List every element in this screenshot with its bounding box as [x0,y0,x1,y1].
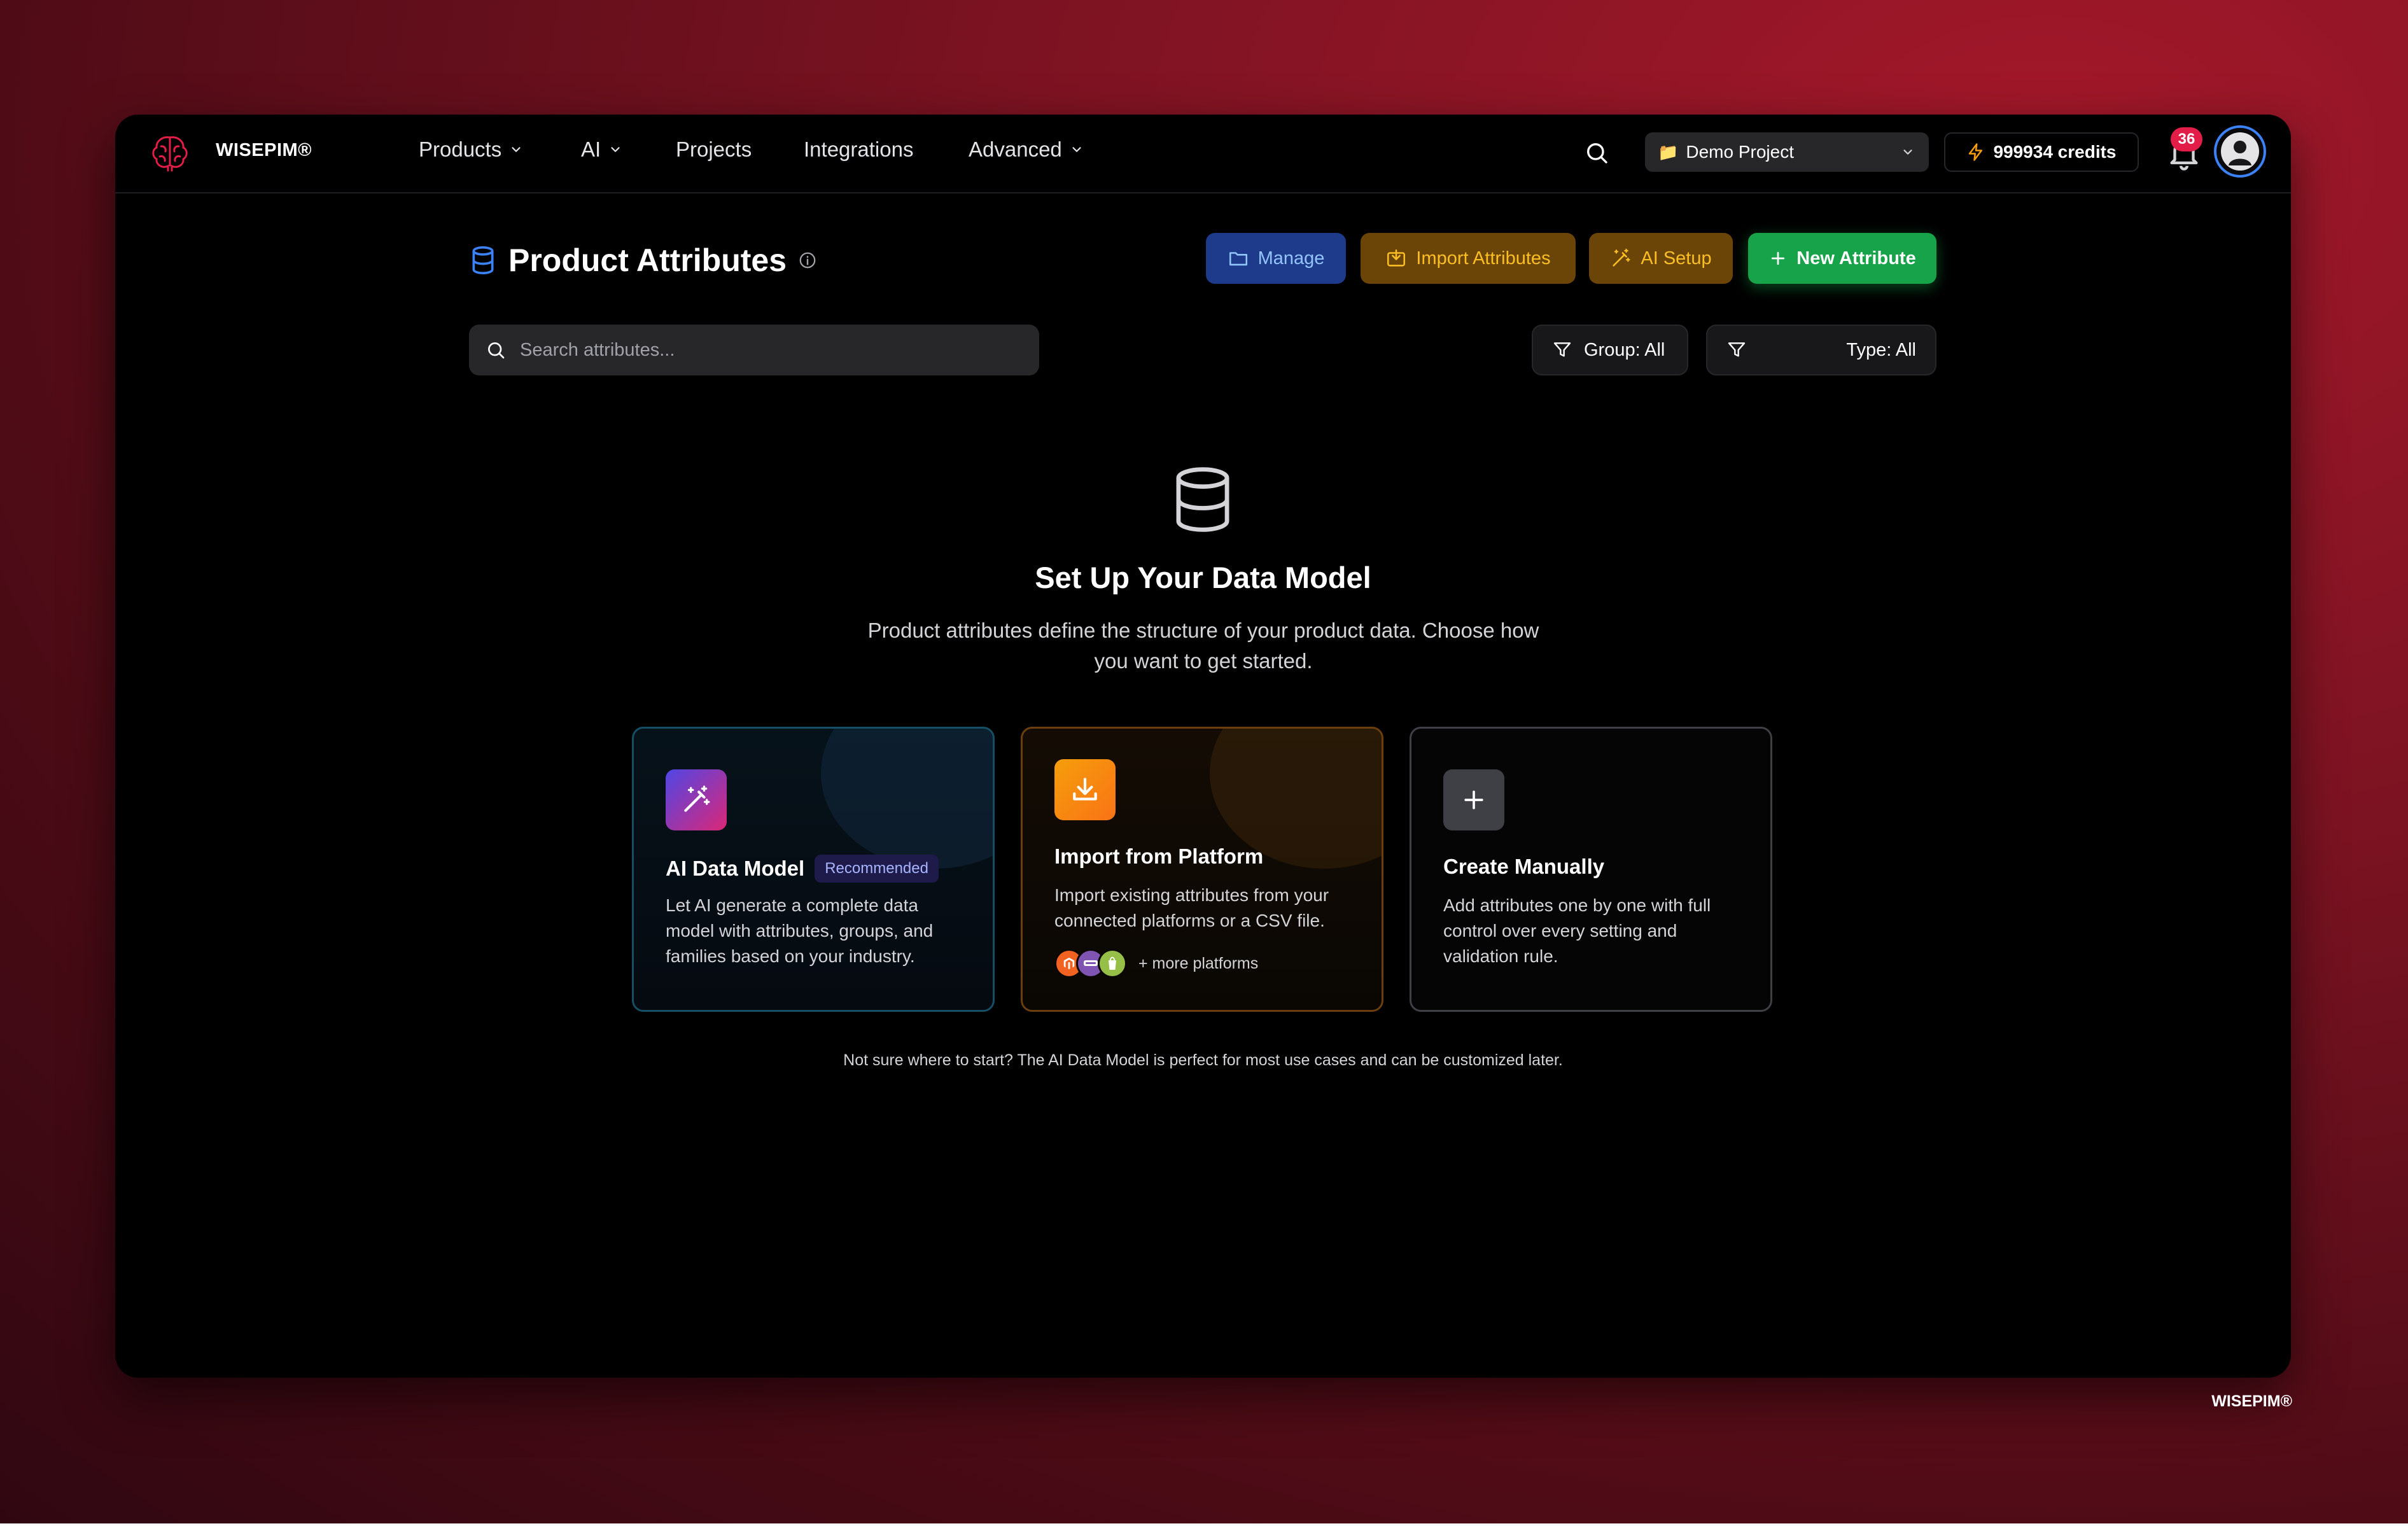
project-select[interactable]: 📁 Demo Project [1645,132,1929,172]
folder-icon: 📁 [1658,142,1679,162]
page-title: Product Attributes [508,242,787,278]
nav-label: Advanced [969,137,1062,161]
search-icon [1587,143,1607,164]
filter-icon [1728,342,1746,357]
nav-label: Products [419,137,502,161]
recommended-badge: Recommended [815,855,939,883]
import-attributes-button[interactable]: Import Attributes [1361,233,1576,284]
page-title-area: Product Attributes [469,242,817,279]
chevron-down-icon [512,147,521,152]
empty-state-hint: Not sure where to start? The AI Data Mod… [843,1051,1563,1069]
user-icon [2221,132,2259,171]
ai-setup-button[interactable]: AI Setup [1589,233,1733,284]
chevron-down-icon [611,147,620,152]
import-attributes-label: Import Attributes [1416,248,1551,269]
credits-label: 999934 credits [1993,142,2117,162]
chevron-down-icon [1903,150,1912,155]
import-icon [1387,249,1406,267]
card-title: AI Data Model Recommended [666,855,939,883]
group-filter-label: Group: All [1584,339,1665,360]
shopify-icon [1098,949,1127,978]
ai-data-model-title: AI Data Model [666,857,805,880]
app-window: WISEPIM® Products AI Projects Integratio… [115,115,2291,1378]
import-from-platform-card[interactable]: Import from Platform Import existing att… [1021,727,1383,1012]
manage-label: Manage [1257,248,1325,269]
project-select-value: Demo Project [1686,142,1794,162]
empty-state-title: Set Up Your Data Model [1035,561,1371,594]
top-navbar: WISEPIM® Products AI Projects Integratio… [115,115,2291,193]
card-description: Add attributes one by one with full cont… [1443,895,1711,966]
lightning-icon [1969,143,1983,161]
chevron-down-icon [1072,147,1081,152]
nav-label: Integrations [804,137,914,161]
new-attribute-button[interactable]: New Attribute [1748,233,1936,284]
nav-advanced[interactable]: Advanced [969,137,1084,162]
card-title: Import from Platform [1054,844,1263,869]
brand-name[interactable]: WISEPIM® [216,140,312,161]
nav-label: Projects [676,137,752,161]
database-icon [472,246,494,275]
card-description: Let AI generate a complete data model wi… [666,895,934,966]
magic-wand-icon [666,769,727,830]
download-icon [1054,759,1116,820]
card-title: Create Manually [1443,855,1604,879]
attribute-search[interactable] [469,325,1039,375]
magic-wand-icon [1613,248,1630,267]
search-icon [488,342,505,359]
folder-icon [1229,252,1247,266]
nav-ai[interactable]: AI [581,137,622,162]
credits-indicator[interactable]: 999934 credits [1944,132,2139,172]
ai-setup-label: AI Setup [1641,248,1712,269]
search-input[interactable] [519,339,1005,361]
type-filter[interactable]: Type: All [1706,325,1936,375]
card-glow [821,729,993,869]
import-from-platform-title: Import from Platform [1054,844,1264,868]
nav-products[interactable]: Products [419,137,523,162]
group-filter[interactable]: Group: All [1532,325,1688,375]
nav-projects[interactable]: Projects [676,137,752,162]
brain-logo-icon[interactable] [147,130,193,176]
manage-button[interactable]: Manage [1206,233,1346,284]
nav-label: AI [581,137,601,161]
platform-logos: + more platforms [1054,949,1258,978]
more-platforms-label: + more platforms [1138,954,1259,972]
card-description: Import existing attributes from your con… [1054,885,1329,930]
new-attribute-label: New Attribute [1796,248,1916,269]
bottom-edge [0,1523,2408,1526]
info-icon[interactable] [798,251,817,270]
notification-count-badge: 36 [2171,127,2202,151]
create-manually-card[interactable]: Create Manually Add attributes one by on… [1410,727,1772,1012]
database-icon [1176,467,1229,532]
user-avatar[interactable] [2214,125,2266,178]
plus-icon [1772,251,1785,265]
ai-data-model-card[interactable]: AI Data Model Recommended Let AI generat… [632,727,995,1012]
create-manually-title: Create Manually [1443,855,1605,878]
type-filter-label: Type: All [1846,339,1916,360]
plus-icon [1443,769,1504,830]
footer-brand: WISEPIM® [2211,1392,2292,1410]
filter-icon [1553,342,1571,357]
nav-integrations[interactable]: Integrations [804,137,913,162]
global-search-button[interactable] [1579,135,1614,171]
empty-state-description: Product attributes define the structure … [867,619,1539,673]
